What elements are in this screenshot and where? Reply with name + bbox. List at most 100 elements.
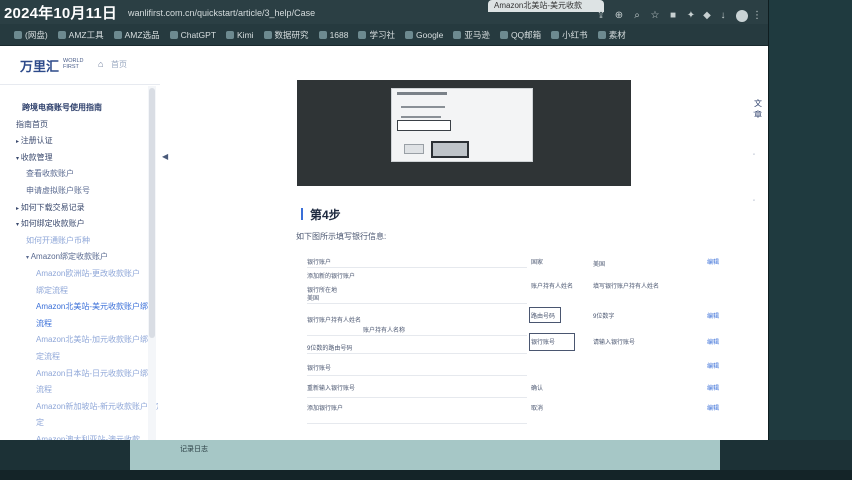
web-page: 万里汇 WORLD FIRST ⌂ 首页 跨境电商账号使用指南指南首页 ▸ 注册认… bbox=[0, 46, 768, 440]
heading-accent-bar bbox=[301, 208, 303, 220]
sidebar-item[interactable]: ▸ 如何下载交易记录 bbox=[16, 202, 85, 213]
site-logo[interactable]: 万里汇 bbox=[20, 56, 59, 75]
screenshot-dialog-title bbox=[397, 92, 447, 95]
form-divider bbox=[307, 397, 527, 398]
sidebar-item[interactable]: Amazon北美站-加元收款账户绑定 bbox=[36, 334, 156, 345]
form-label: 银行账号 bbox=[307, 366, 332, 372]
sidebar-item[interactable]: Amazon新加坡站-新元收款账户绑定 bbox=[36, 401, 158, 412]
extension-icon[interactable]: ■ bbox=[668, 11, 678, 21]
bookmark-item[interactable]: (网盘) bbox=[14, 29, 48, 41]
home-icon[interactable]: ⌂ bbox=[98, 59, 103, 69]
bookmark-item[interactable]: 1688 bbox=[318, 30, 348, 40]
sidebar-item[interactable]: ▾ 如何绑定收款账户 bbox=[16, 218, 85, 229]
form-label: 重新输入银行账号 bbox=[307, 386, 356, 392]
menu-icon[interactable]: ⋮ bbox=[752, 11, 762, 21]
sidebar-item-label: 跨境电商账号使用指南 bbox=[22, 103, 102, 112]
bookmark-icon bbox=[318, 30, 327, 39]
puzzle-icon[interactable]: ✦ bbox=[686, 11, 696, 21]
sidebar-item-label: Amazon欧洲站-更改收款账户 bbox=[36, 269, 141, 278]
form-divider bbox=[307, 267, 527, 268]
site-logo-subtitle: WORLD FIRST bbox=[63, 58, 84, 70]
sidebar-item-label: Amazon绑定收款账户 bbox=[30, 252, 109, 262]
bookmark-icon bbox=[14, 30, 22, 39]
sidebar-item[interactable]: 绑定流程 bbox=[36, 285, 68, 296]
sidebar-scrollbar-thumb[interactable] bbox=[149, 88, 155, 338]
bookmark-item[interactable]: QQ邮箱 bbox=[499, 29, 541, 41]
toc-marker-icon[interactable]: ◦ bbox=[753, 198, 755, 204]
active-tab[interactable]: Amazon北美站-美元收款 bbox=[488, 0, 604, 12]
sidebar-item-label: 如何绑定收款账户 bbox=[20, 219, 85, 229]
translate-icon[interactable]: ⊕ bbox=[614, 11, 624, 21]
edit-link: 编辑 bbox=[707, 364, 720, 370]
bookmark-item[interactable]: 数据研究 bbox=[263, 29, 309, 41]
form-value: 填写银行账户持有人姓名 bbox=[593, 284, 660, 290]
form-label: 取消 bbox=[531, 406, 544, 412]
bookmark-item[interactable]: 学习社 bbox=[358, 29, 395, 41]
sidebar-item[interactable]: 申请虚拟账户账号 bbox=[26, 185, 90, 196]
sidebar-item[interactable]: 指南首页 bbox=[16, 119, 48, 130]
form-label: 添加新的银行账户 bbox=[307, 274, 356, 280]
date-overlay: 2024年10月11日 bbox=[4, 5, 118, 22]
download-icon[interactable]: ↓ bbox=[718, 11, 728, 21]
toc-marker-icon[interactable]: ◦ bbox=[753, 110, 755, 116]
collapse-sidebar-icon[interactable]: ◀ bbox=[162, 152, 168, 161]
form-value: 请输入银行账号 bbox=[593, 340, 636, 346]
sidebar-item-label: Amazon北美站-加元收款账户绑定 bbox=[36, 335, 157, 345]
bookmark-item[interactable]: Kimi bbox=[226, 30, 254, 40]
bookmark-icon bbox=[358, 30, 367, 39]
profile-avatar[interactable] bbox=[736, 10, 748, 22]
form-label: 路由号码 bbox=[531, 314, 556, 320]
bookmark-item[interactable]: AMZ选品 bbox=[113, 29, 160, 41]
bookmark-item[interactable]: 亚马逊 bbox=[453, 29, 490, 41]
article-toc-label: 文章 bbox=[754, 99, 762, 119]
sidebar-item-label: 如何下载交易记录 bbox=[20, 202, 85, 212]
form-label: 账户持有人姓名 bbox=[531, 284, 574, 290]
bookmark-item[interactable]: ChatGPT bbox=[169, 30, 216, 40]
sidebar-item[interactable]: Amazon欧洲站-更改收款账户 bbox=[36, 268, 140, 279]
sidebar-item[interactable]: 流程 bbox=[36, 384, 52, 395]
extensions-icon[interactable]: ◆ bbox=[702, 11, 712, 21]
breadcrumb-home[interactable]: 首页 bbox=[111, 59, 127, 70]
address-bar-url[interactable]: wanlifirst.com.cn/quickstart/article/3_h… bbox=[128, 8, 315, 18]
bookmark-item[interactable]: AMZ工具 bbox=[57, 29, 104, 41]
bookmark-star-icon[interactable]: ☆ bbox=[650, 11, 660, 21]
form-divider bbox=[307, 375, 527, 376]
sidebar-item[interactable]: 跨境电商账号使用指南 bbox=[22, 102, 102, 113]
sidebar-item[interactable]: ▾ Amazon绑定收款账户 bbox=[26, 251, 108, 262]
toc-marker-icon[interactable]: ◦ bbox=[753, 152, 755, 158]
zoom-icon[interactable]: ⌕ bbox=[632, 11, 642, 21]
bookmark-item[interactable]: Google bbox=[405, 30, 443, 40]
form-value: 美国 bbox=[307, 296, 320, 302]
form-label: 9位数的路由号码 bbox=[307, 346, 353, 352]
bookmark-icon bbox=[551, 30, 560, 39]
sidebar-item[interactable]: Amazon北美站-美元收款账户绑定 bbox=[36, 301, 156, 312]
sidebar-item[interactable]: ▸ 注册认证 bbox=[16, 135, 53, 146]
sidebar-item-label: 定 bbox=[36, 418, 44, 428]
sidebar-item-label: 注册认证 bbox=[20, 136, 53, 146]
form-divider bbox=[307, 335, 527, 336]
sidebar-item[interactable]: 定流程 bbox=[36, 351, 60, 362]
step-description: 如下图所示填写银行信息: bbox=[296, 232, 387, 241]
taskbar-label: 记录日志 bbox=[180, 446, 208, 453]
sidebar-item[interactable]: 流程 bbox=[36, 318, 52, 329]
sidebar-item[interactable]: 定 bbox=[36, 417, 44, 428]
form-label: 确认 bbox=[531, 386, 544, 392]
system-tray bbox=[0, 470, 852, 480]
share-icon[interactable]: ⇪ bbox=[596, 11, 606, 21]
sidebar-item[interactable]: Amazon日本站-日元收款账户绑定 bbox=[36, 368, 156, 379]
bookmark-item[interactable]: 素材 bbox=[597, 29, 626, 41]
sidebar-item[interactable]: 查看收款账户 bbox=[26, 168, 74, 179]
sidebar-item[interactable]: ▾ 收款管理 bbox=[16, 152, 53, 163]
sidebar-item-label: Amazon新加坡站-新元收款账户绑定 bbox=[36, 401, 158, 411]
bookmark-icon bbox=[169, 30, 178, 39]
sidebar-item[interactable]: 如何开通账户币种 bbox=[26, 235, 90, 246]
sidebar-item-label: Amazon北美站-美元收款账户绑定 bbox=[36, 302, 157, 312]
sidebar-item-label: 申请虚拟账户账号 bbox=[26, 186, 90, 195]
window-edge bbox=[768, 0, 769, 440]
sidebar-item-label: 流程 bbox=[36, 318, 52, 328]
bookmark-item[interactable]: 小红书 bbox=[551, 29, 588, 41]
sidebar-item-label: 流程 bbox=[36, 385, 52, 395]
taskbar-panel bbox=[130, 440, 720, 470]
edit-link: 编辑 bbox=[707, 406, 720, 412]
form-label: 银行账户 bbox=[307, 260, 332, 266]
